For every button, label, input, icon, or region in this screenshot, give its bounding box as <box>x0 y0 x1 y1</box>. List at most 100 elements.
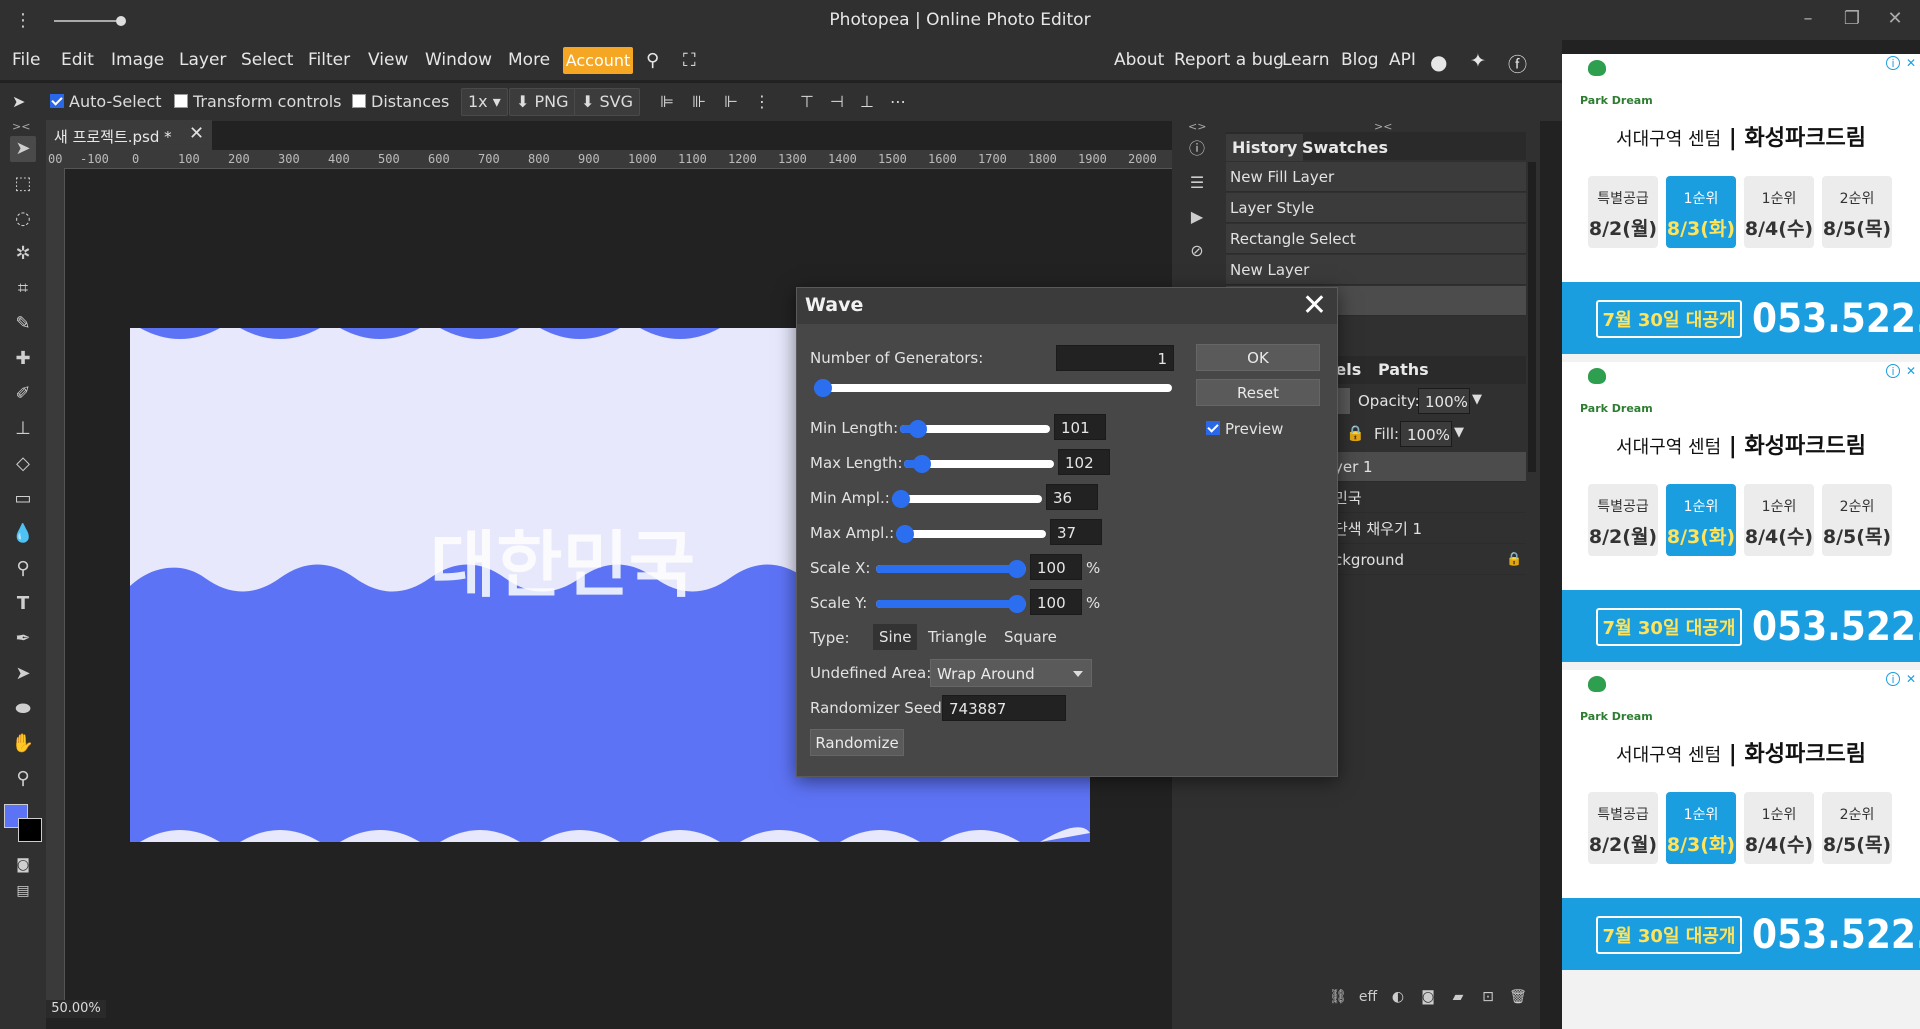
export-svg-button[interactable]: ⬇ SVG <box>574 88 640 116</box>
align-top-icon[interactable]: ⊤ <box>800 92 814 111</box>
min-ampl-slider[interactable] <box>892 490 1042 508</box>
background-color[interactable] <box>18 818 42 842</box>
lasso-tool-icon[interactable]: ◌ <box>10 206 36 232</box>
eraser-tool-icon[interactable]: ◇ <box>10 451 36 477</box>
delete-layer-icon[interactable]: 🗑 <box>1506 985 1530 1009</box>
history-scrollbar[interactable] <box>1528 162 1536 472</box>
ad-info-icon[interactable]: i <box>1886 56 1900 70</box>
new-group-icon[interactable]: ▰ <box>1446 985 1470 1009</box>
ad-banner[interactable]: Park Dream i ✕ 서대구역 센텀 | 화성파크드림 특별공급 8/2(월… <box>1562 362 1920 662</box>
slider-knob[interactable] <box>814 379 832 397</box>
transform-controls-checkbox[interactable]: Transform controls <box>174 92 341 111</box>
link-report-bug[interactable]: Report a bug <box>1174 50 1284 70</box>
collapse-icons-icon[interactable]: <> <box>1188 120 1206 133</box>
distribute-horizontal-icon[interactable]: ⋯ <box>890 92 906 111</box>
slider-knob[interactable] <box>892 490 910 508</box>
reset-button[interactable]: Reset <box>1196 379 1320 406</box>
wave-dialog-titlebar[interactable]: Wave ✕ <box>797 288 1337 324</box>
pen-tool-icon[interactable]: ✒ <box>10 626 36 652</box>
ad-banner[interactable]: Park Dream i ✕ 서대구역 센텀 | 화성파크드림 특별공급 8/2(월… <box>1562 54 1920 354</box>
info-icon[interactable]: ⓘ <box>1184 136 1210 162</box>
menu-view[interactable]: View <box>368 50 408 70</box>
menu-file[interactable]: File <box>12 50 40 70</box>
align-center-icon[interactable]: ⊪ <box>692 92 706 111</box>
num-generators-slider[interactable] <box>814 379 1172 397</box>
dodge-tool-icon[interactable]: ⚲ <box>10 556 36 582</box>
ad-close-icon[interactable]: ✕ <box>1904 56 1918 70</box>
reddit-icon[interactable]: ● <box>1430 50 1447 74</box>
menu-window[interactable]: Window <box>425 50 492 70</box>
ad-info-icon[interactable]: i <box>1886 364 1900 378</box>
zoom-select[interactable]: 1x ▾ <box>461 88 508 116</box>
link-blog[interactable]: Blog <box>1341 50 1379 70</box>
tab-history[interactable]: History <box>1226 134 1304 161</box>
ok-button[interactable]: OK <box>1196 344 1320 371</box>
zoom-level[interactable]: 50.00% <box>46 1000 106 1018</box>
max-ampl-input[interactable]: 37 <box>1050 519 1102 545</box>
menu-more[interactable]: More <box>508 50 550 70</box>
history-item[interactable]: Layer Style <box>1226 193 1526 223</box>
distribute-vertical-icon[interactable]: ⋮ <box>754 92 770 111</box>
path-select-icon[interactable]: ➤ <box>10 661 36 687</box>
move-tool-icon[interactable]: ➤ <box>12 92 25 111</box>
link-api[interactable]: API <box>1389 50 1416 70</box>
close-dialog-icon[interactable]: ✕ <box>1302 290 1327 322</box>
type-square-button[interactable]: Square <box>998 624 1063 650</box>
document-tab[interactable]: 새 프로젝트.psd * ✕ <box>46 120 212 150</box>
ad-banner[interactable]: Park Dream i ✕ 서대구역 센텀 | 화성파크드림 특별공급 8/2(월… <box>1562 670 1920 970</box>
adjustments-icon[interactable]: ☰ <box>1184 170 1210 196</box>
max-length-slider[interactable] <box>904 455 1054 473</box>
min-ampl-input[interactable]: 36 <box>1046 484 1098 510</box>
slider-knob[interactable] <box>1008 560 1026 578</box>
menu-layer[interactable]: Layer <box>179 50 226 70</box>
slider-knob[interactable] <box>896 525 914 543</box>
close-window-icon[interactable]: ✕ <box>1880 8 1910 32</box>
min-length-input[interactable]: 101 <box>1054 414 1106 440</box>
fill-dropdown-icon[interactable]: ▼ <box>1454 425 1464 440</box>
lock-icon[interactable]: 🔒 <box>1346 424 1365 442</box>
slider-knob[interactable] <box>913 455 931 473</box>
close-tab-icon[interactable]: ✕ <box>189 123 204 144</box>
healing-brush-icon[interactable]: ✚ <box>10 346 36 372</box>
tab-paths[interactable]: Paths <box>1372 356 1435 383</box>
brush-tool-icon[interactable]: ✐ <box>10 381 36 407</box>
stamp-tool-icon[interactable]: ⊥ <box>10 416 36 442</box>
randomize-button[interactable]: Randomize <box>810 729 904 756</box>
account-button[interactable]: Account <box>563 47 633 74</box>
history-item[interactable]: Rectangle Select <box>1226 224 1526 254</box>
screen-mode-icon[interactable]: ▤ <box>10 878 36 904</box>
link-about[interactable]: About <box>1114 50 1164 70</box>
slider-knob[interactable] <box>909 420 927 438</box>
ad-info-icon[interactable]: i <box>1886 672 1900 686</box>
min-length-slider[interactable] <box>900 420 1050 438</box>
menu-select[interactable]: Select <box>241 50 293 70</box>
max-length-input[interactable]: 102 <box>1058 449 1110 475</box>
hand-tool-icon[interactable]: ✋ <box>10 731 36 757</box>
blur-tool-icon[interactable]: 💧 <box>10 521 36 547</box>
menu-image[interactable]: Image <box>111 50 164 70</box>
num-generators-input[interactable]: 1 <box>1056 345 1174 371</box>
history-item[interactable]: New Layer <box>1226 255 1526 285</box>
scale-x-slider[interactable] <box>876 560 1026 578</box>
tab-swatches[interactable]: Swatches <box>1296 134 1394 161</box>
opacity-dropdown-icon[interactable]: ▼ <box>1472 392 1482 407</box>
opacity-input[interactable]: 100% <box>1418 388 1470 414</box>
distances-checkbox[interactable]: Distances <box>352 92 449 111</box>
shape-tool-icon[interactable]: ⬬ <box>10 696 36 722</box>
preview-checkbox[interactable]: Preview <box>1206 420 1283 438</box>
scale-x-input[interactable]: 100 <box>1030 554 1082 580</box>
actions-play-icon[interactable]: ▶ <box>1184 204 1210 230</box>
gradient-tool-icon[interactable]: ▭ <box>10 486 36 512</box>
magic-wand-icon[interactable]: ✲ <box>10 241 36 267</box>
type-tool-icon[interactable]: T <box>10 591 36 617</box>
search-icon[interactable]: ⚲ <box>646 50 659 71</box>
menu-edit[interactable]: Edit <box>61 50 94 70</box>
eyedropper-icon[interactable]: ✎ <box>10 311 36 337</box>
auto-select-check[interactable] <box>50 94 64 108</box>
auto-select-checkbox[interactable]: Auto-Select <box>50 92 162 111</box>
twitter-icon[interactable]: ✦ <box>1470 50 1486 72</box>
align-middle-icon[interactable]: ⊣ <box>830 92 844 111</box>
quick-mask-icon[interactable]: ◙ <box>10 852 36 878</box>
type-triangle-button[interactable]: Triangle <box>922 624 993 650</box>
undefined-area-select[interactable]: Wrap Around <box>930 659 1092 687</box>
